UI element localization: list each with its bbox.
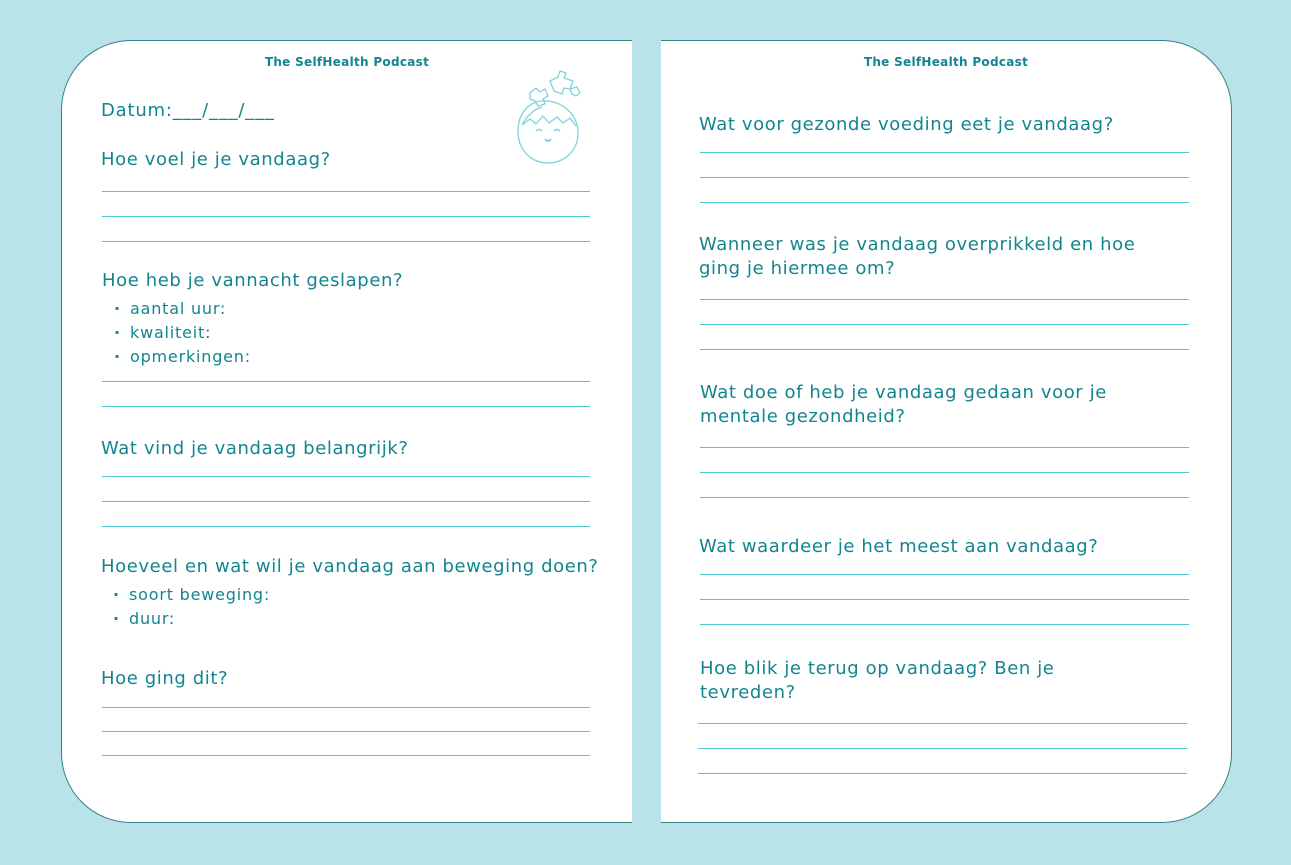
answer-line[interactable]	[700, 324, 1189, 325]
question-mental: Wat doe of heb je vandaag gedaan voor je…	[700, 382, 1107, 427]
answer-line[interactable]	[102, 501, 590, 502]
date-field[interactable]: Datum:___/___/___	[101, 100, 275, 121]
answer-line[interactable]	[102, 191, 590, 192]
answer-line[interactable]	[102, 406, 590, 407]
answer-line[interactable]	[102, 476, 590, 477]
list-item: opmerkingen:	[114, 345, 403, 369]
answer-line[interactable]	[700, 152, 1189, 153]
list-item: duur:	[113, 607, 601, 631]
answer-line[interactable]	[700, 177, 1189, 178]
answer-line[interactable]	[698, 773, 1187, 774]
answer-line[interactable]	[102, 241, 590, 242]
question-feel: Hoe voel je je vandaag?	[101, 149, 331, 170]
movement-section: Hoeveel en wat wil je vandaag aan bewegi…	[101, 555, 601, 631]
answer-line[interactable]	[698, 723, 1187, 724]
sleep-section: Hoe heb je vannacht geslapen? aantal uur…	[102, 269, 403, 369]
answer-line[interactable]	[102, 216, 590, 217]
answer-line[interactable]	[700, 497, 1189, 498]
question-food: Wat voor gezonde voeding eet je vandaag?	[699, 114, 1114, 135]
sleep-list: aantal uur: kwaliteit: opmerkingen:	[114, 297, 403, 369]
list-item: kwaliteit:	[114, 321, 403, 345]
question-important: Wat vind je vandaag belangrijk?	[101, 438, 409, 459]
puzzle-egg-icon	[517, 70, 581, 164]
list-item: aantal uur:	[114, 297, 403, 321]
answer-line[interactable]	[700, 299, 1189, 300]
answer-line[interactable]	[102, 526, 590, 527]
answer-line[interactable]	[700, 599, 1189, 600]
answer-line[interactable]	[700, 574, 1189, 575]
podcast-header-right: The SelfHealth Podcast	[863, 55, 1029, 69]
answer-line[interactable]	[102, 731, 590, 732]
answer-line[interactable]	[700, 624, 1189, 625]
movement-list: soort beweging: duur:	[113, 583, 601, 631]
answer-line[interactable]	[700, 447, 1189, 448]
question-overstimulated: Wanneer was je vandaag overprikkeld en h…	[699, 234, 1136, 279]
question-lookback: Hoe blik je terug op vandaag? Ben je tev…	[700, 658, 1055, 703]
answer-line[interactable]	[102, 707, 590, 708]
answer-line[interactable]	[700, 349, 1189, 350]
list-item: soort beweging:	[113, 583, 601, 607]
answer-line[interactable]	[698, 748, 1187, 749]
question-appreciate: Wat waardeer je het meest aan vandaag?	[699, 536, 1099, 557]
answer-line[interactable]	[700, 472, 1189, 473]
question-how: Hoe ging dit?	[101, 668, 229, 689]
question-sleep: Hoe heb je vannacht geslapen?	[102, 270, 404, 291]
answer-line[interactable]	[102, 755, 590, 756]
left-page: The SelfHealth Podcast Datum:___/___/___…	[61, 40, 632, 823]
question-movement: Hoeveel en wat wil je vandaag aan bewegi…	[101, 556, 599, 577]
right-page: The SelfHealth Podcast Wat voor gezonde …	[661, 40, 1232, 823]
answer-line[interactable]	[102, 381, 590, 382]
answer-line[interactable]	[700, 202, 1189, 203]
